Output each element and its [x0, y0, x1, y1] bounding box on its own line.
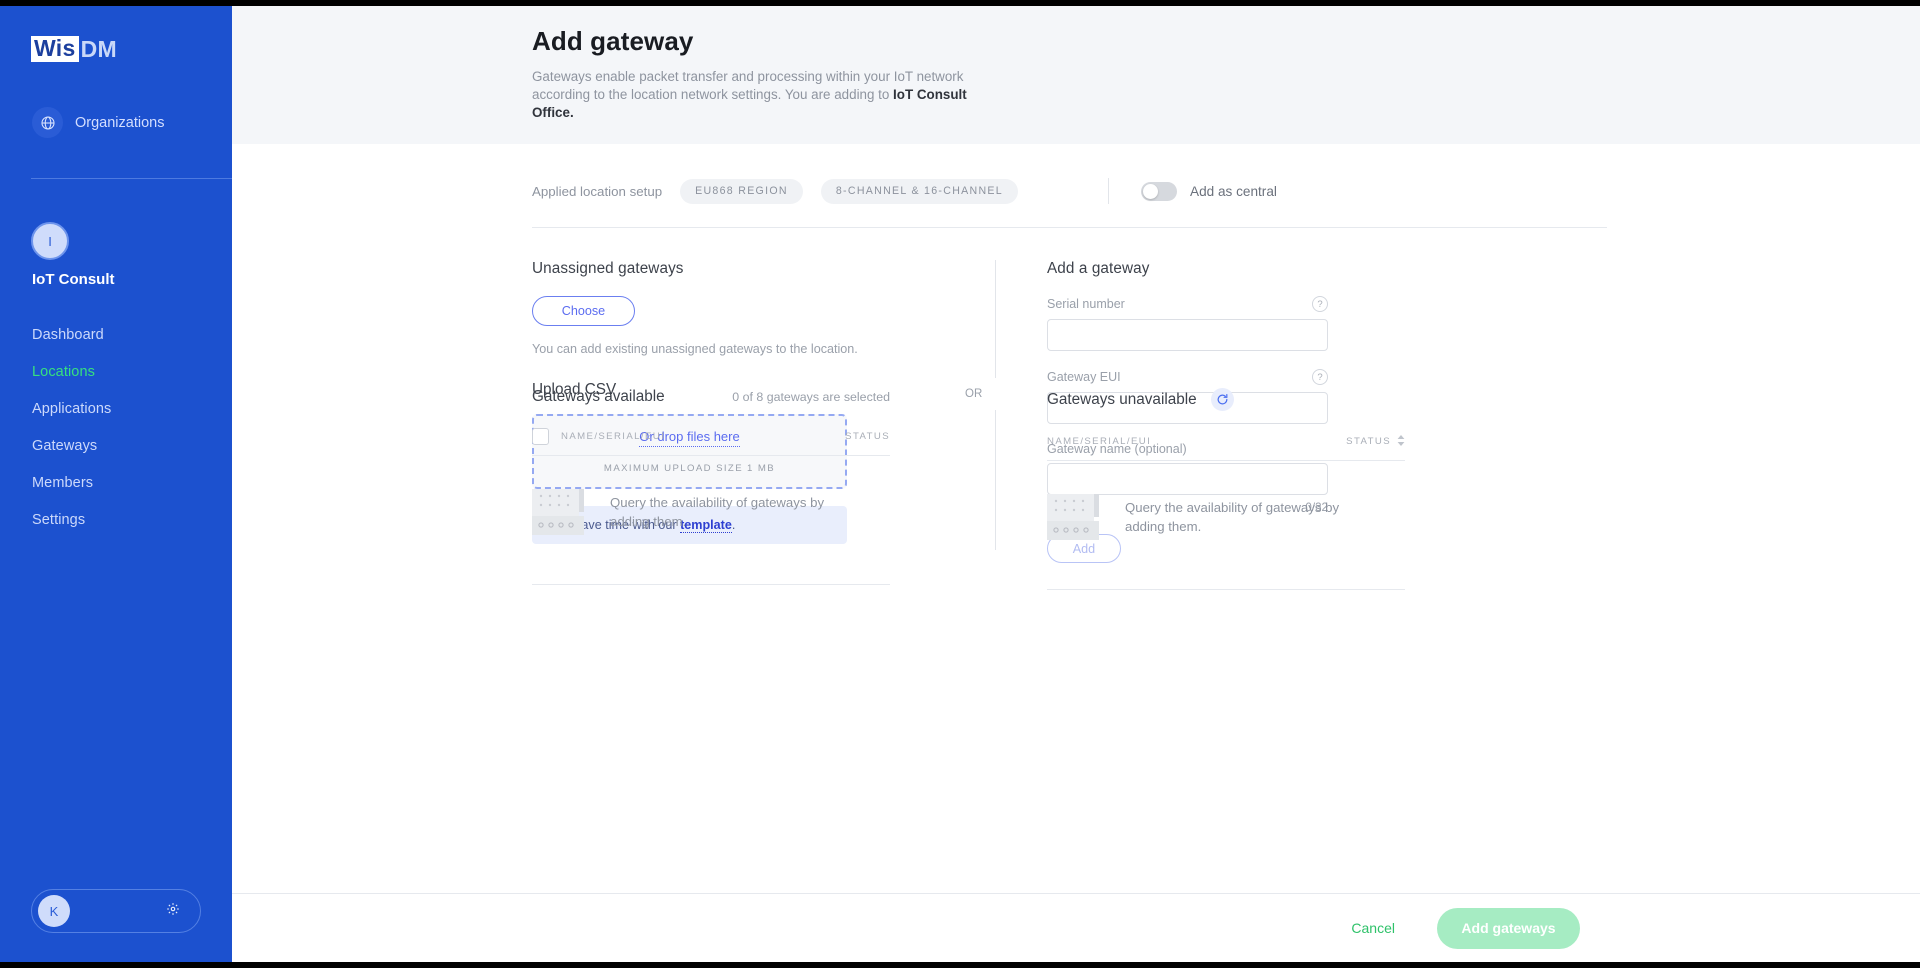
gateway-eui-label: Gateway EUI — [1047, 370, 1121, 384]
available-selection-count: 0 of 8 gateways are selected — [732, 390, 890, 404]
main-content: Add gateway Gateways enable packet trans… — [232, 6, 1920, 962]
organizations-label: Organizations — [75, 114, 165, 131]
available-title: Gateways available — [532, 388, 665, 405]
unavailable-col-name: NAME/SERIAL/EUI — [1047, 436, 1152, 447]
setup-label: Applied location setup — [532, 183, 663, 199]
chip-region: EU868 REGION — [680, 178, 803, 204]
cancel-button[interactable]: Cancel — [1351, 920, 1395, 936]
sidebar-nav: Dashboard Locations Applications Gateway… — [32, 316, 212, 538]
page-header: Add gateway Gateways enable packet trans… — [232, 6, 1920, 144]
footer-actions: Cancel Add gateways — [232, 893, 1920, 962]
unavailable-title: Gateways unavailable — [1047, 390, 1197, 408]
section-divider — [532, 227, 1607, 228]
add-as-central-label: Add as central — [1190, 183, 1277, 199]
gateway-device-icon — [1047, 494, 1099, 545]
serial-number-label-row: Serial number ? — [1047, 296, 1328, 312]
org-name: IoT Consult — [32, 271, 115, 288]
sidebar-item-organizations[interactable]: Organizations — [32, 107, 164, 138]
unassigned-title: Unassigned gateways — [532, 260, 684, 277]
or-line-bottom — [995, 410, 996, 550]
or-label: OR — [965, 388, 983, 400]
user-menu[interactable]: K — [31, 889, 201, 933]
serial-number-label: Serial number — [1047, 297, 1125, 311]
available-column-headers: NAME/SERIAL/EUI STATUS — [532, 428, 890, 456]
logo-dm-text: DM — [80, 35, 117, 62]
avatar: K — [38, 895, 70, 927]
refresh-icon[interactable] — [1210, 388, 1234, 411]
sidebar-item-dashboard[interactable]: Dashboard — [32, 316, 212, 353]
sort-updown-icon — [1397, 434, 1405, 449]
unavailable-col-status-label: STATUS — [1346, 436, 1391, 447]
question-mark-icon[interactable]: ? — [1312, 296, 1328, 312]
globe-icon — [32, 107, 63, 138]
available-col-name: NAME/SERIAL/EUI — [561, 431, 666, 442]
toggle-knob — [1143, 183, 1158, 199]
gateway-eui-label-row: Gateway EUI ? — [1047, 369, 1328, 385]
setup-divider — [1108, 178, 1109, 204]
add-gateway-title: Add a gateway — [1047, 260, 1150, 277]
sidebar-item-settings[interactable]: Settings — [32, 501, 212, 538]
add-as-central-toggle[interactable] — [1141, 181, 1177, 201]
available-empty-state: Query the availability of gateways by ad… — [532, 489, 890, 585]
sidebar-item-members[interactable]: Members — [32, 464, 212, 501]
org-avatar: I — [31, 222, 69, 260]
logo-wis-text: Wis — [31, 36, 79, 62]
gateway-device-icon — [532, 489, 584, 540]
select-all-checkbox[interactable] — [532, 428, 549, 445]
sidebar-divider — [31, 178, 232, 179]
page-description: Gateways enable packet transfer and proc… — [532, 68, 974, 122]
page-title: Add gateway — [532, 26, 694, 56]
applied-location-setup: Applied location setup EU868 REGION 8-CH… — [532, 177, 1920, 205]
chip-channel: 8-CHANNEL & 16-CHANNEL — [820, 178, 1018, 204]
add-gateways-button[interactable]: Add gateways — [1437, 907, 1580, 949]
or-line-top — [995, 260, 996, 378]
sidebar-item-locations[interactable]: Locations — [32, 353, 212, 390]
available-header: Gateways available 0 of 8 gateways are s… — [532, 388, 890, 406]
unavailable-empty-text: Query the availability of gateways by ad… — [1125, 500, 1340, 534]
gateways-unavailable-table: Gateways unavailable NAME/SERIAL/EUI STA… — [1047, 388, 1405, 590]
question-mark-icon[interactable]: ? — [1312, 369, 1328, 385]
unavailable-column-headers: NAME/SERIAL/EUI STATUS — [1047, 434, 1405, 461]
unavailable-col-status[interactable]: STATUS — [1346, 434, 1405, 449]
sidebar-item-applications[interactable]: Applications — [32, 390, 212, 427]
form-body: Applied location setup EU868 REGION 8-CH… — [232, 144, 1920, 893]
unavailable-empty-state: Query the availability of gateways by ad… — [1047, 494, 1405, 590]
app-logo[interactable]: Wis DM — [31, 36, 117, 62]
available-col-status: STATUS — [845, 431, 890, 442]
gear-icon[interactable] — [166, 902, 180, 921]
sidebar: Wis DM Organizations I IoT Consult Dashb… — [0, 6, 232, 962]
unassigned-help-text: You can add existing unassigned gateways… — [532, 342, 858, 356]
choose-button[interactable]: Choose — [532, 296, 635, 326]
serial-number-input[interactable] — [1047, 319, 1328, 351]
unavailable-header: Gateways unavailable — [1047, 388, 1405, 411]
gateways-available-table: Gateways available 0 of 8 gateways are s… — [532, 388, 890, 585]
serial-number-field-group: Serial number ? — [1047, 296, 1367, 351]
app-window: Wis DM Organizations I IoT Consult Dashb… — [0, 6, 1920, 962]
available-col-status-label: STATUS — [845, 431, 890, 442]
sidebar-item-gateways[interactable]: Gateways — [32, 427, 212, 464]
available-empty-text: Query the availability of gateways by ad… — [610, 495, 825, 529]
